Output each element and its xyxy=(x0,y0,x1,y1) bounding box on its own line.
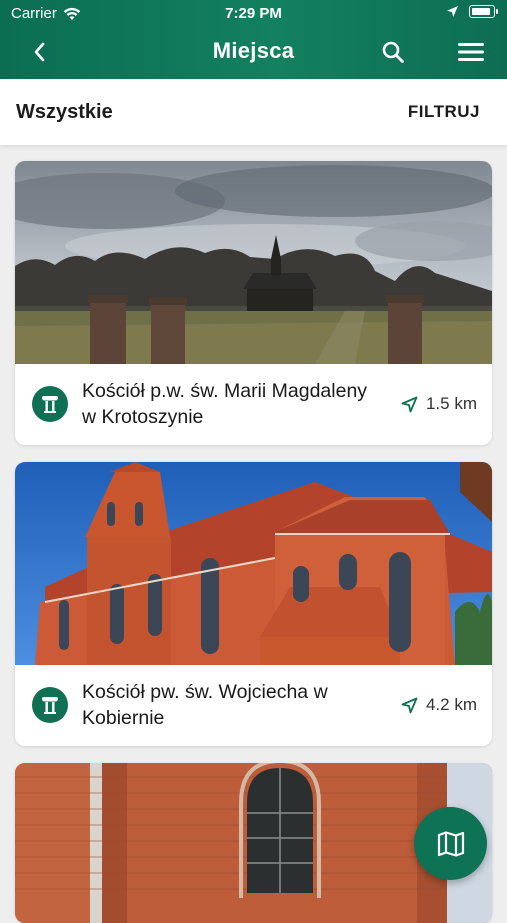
battery-icon xyxy=(469,5,498,18)
place-photo xyxy=(15,161,492,364)
place-distance: 1.5 km xyxy=(401,394,477,414)
page-title: Miejsca xyxy=(212,38,295,63)
place-name: Kościół pw. św. Wojciecha w Kobiernie xyxy=(82,681,328,729)
distance-value: 1.5 km xyxy=(425,394,477,413)
nav-row: Miejsca xyxy=(0,28,507,76)
status-time: 7:29 PM xyxy=(225,5,282,22)
navigation-arrow-icon xyxy=(401,697,418,713)
place-photo xyxy=(15,462,492,665)
place-info: Kościół p.w. św. Marii Magdaleny w Kroto… xyxy=(15,364,492,445)
search-button[interactable] xyxy=(377,36,409,68)
status-right xyxy=(446,5,498,18)
place-card[interactable]: Kościół p.w. św. Marii Magdaleny w Kroto… xyxy=(15,161,492,445)
menu-button[interactable] xyxy=(454,36,488,68)
place-name: Kościół p.w. św. Marii Magdaleny w Kroto… xyxy=(82,380,368,428)
place-info: Kościół pw. św. Wojciecha w Kobiernie 4.… xyxy=(15,665,492,746)
status-bar: Carrier 7:29 PM xyxy=(0,0,507,28)
distance-value: 4.2 km xyxy=(425,695,477,714)
map-icon xyxy=(437,830,464,857)
map-button[interactable] xyxy=(414,807,487,880)
search-icon xyxy=(382,41,404,63)
filter-title: Wszystkie xyxy=(16,101,113,123)
place-distance: 4.2 km xyxy=(401,695,477,715)
app-header: Carrier 7:29 PM Miejsca xyxy=(0,0,507,79)
column-icon xyxy=(32,386,68,422)
filter-bar: Wszystkie FILTRUJ xyxy=(0,79,507,145)
column-icon xyxy=(32,687,68,723)
navigation-arrow-icon xyxy=(401,396,418,412)
place-card[interactable]: Kościół pw. św. Wojciecha w Kobiernie 4.… xyxy=(15,462,492,746)
hamburger-icon xyxy=(458,43,484,61)
location-arrow-icon xyxy=(447,6,458,17)
filter-button[interactable]: FILTRUJ xyxy=(408,102,480,122)
